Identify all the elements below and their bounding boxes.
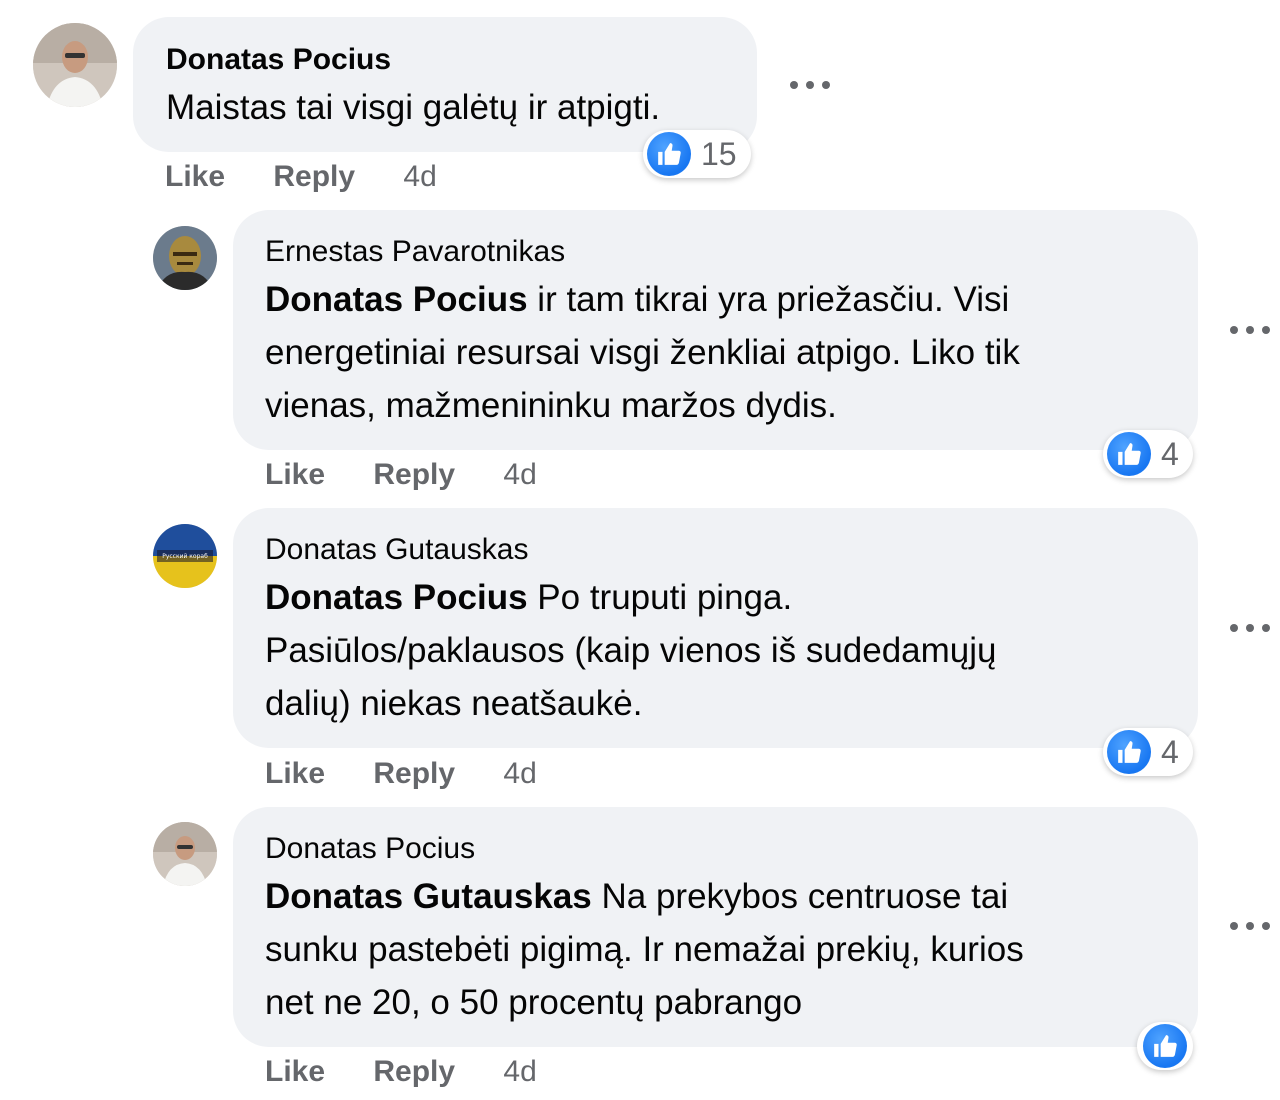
more-options-icon[interactable]: [1230, 916, 1270, 936]
comment-actions: Like Reply 4d: [265, 757, 537, 791]
reaction-count: 15: [701, 135, 737, 172]
mention-link[interactable]: Donatas Gutauskas: [265, 877, 592, 916]
comment-author[interactable]: Donatas Gutauskas: [265, 533, 1168, 567]
avatar[interactable]: [33, 23, 117, 107]
reaction-badge[interactable]: 4: [1103, 728, 1193, 776]
reply-button[interactable]: Reply: [373, 1055, 455, 1089]
reaction-badge[interactable]: [1137, 1022, 1193, 1070]
like-button[interactable]: Like: [265, 1055, 325, 1089]
comment-text: Donatas Pocius Po truputi pinga. Pasiūlo…: [265, 578, 997, 723]
avatar-photo: [153, 822, 217, 886]
comment-bubble: Donatas Pocius Donatas Gutauskas Na prek…: [233, 807, 1198, 1047]
more-options-icon[interactable]: [1230, 618, 1270, 638]
comment-author[interactable]: Donatas Pocius: [265, 832, 1168, 866]
comment-bubble: Ernestas Pavarotnikas Donatas Pocius ir …: [233, 210, 1198, 450]
avatar-photo: Русский кораб: [153, 524, 217, 588]
like-icon: [647, 132, 691, 176]
like-button[interactable]: Like: [165, 160, 225, 194]
reaction-badge[interactable]: 15: [643, 130, 751, 178]
comment-author[interactable]: Donatas Pocius: [166, 43, 725, 77]
comment-text: Donatas Gutauskas Na prekybos centruose …: [265, 877, 1024, 1022]
avatar-photo: [153, 226, 217, 290]
reply-button[interactable]: Reply: [273, 160, 355, 194]
more-options-icon[interactable]: [1230, 320, 1270, 340]
reaction-badge[interactable]: 4: [1103, 430, 1193, 478]
comment-timestamp[interactable]: 4d: [503, 1055, 536, 1089]
comment-actions: Like Reply 4d: [265, 1055, 537, 1089]
comment-timestamp[interactable]: 4d: [503, 757, 536, 791]
avatar[interactable]: Русский кораб: [153, 524, 217, 588]
avatar[interactable]: [153, 226, 217, 290]
avatar[interactable]: [153, 822, 217, 886]
svg-text:Русский кораб: Русский кораб: [162, 553, 208, 560]
comment-actions: Like Reply 4d: [265, 458, 537, 492]
reaction-count: 4: [1161, 435, 1179, 472]
like-button[interactable]: Like: [265, 757, 325, 791]
comment-actions: Like Reply 4d: [165, 160, 437, 194]
comment-author[interactable]: Ernestas Pavarotnikas: [265, 235, 1168, 269]
reply-button[interactable]: Reply: [373, 757, 455, 791]
like-icon: [1107, 432, 1151, 476]
more-options-icon[interactable]: [790, 75, 830, 95]
comment-text: Donatas Pocius ir tam tikrai yra priežas…: [265, 280, 1020, 425]
mention-link[interactable]: Donatas Pocius: [265, 578, 528, 617]
reply-button[interactable]: Reply: [373, 458, 455, 492]
like-button[interactable]: Like: [265, 458, 325, 492]
comment-text: Maistas tai visgi galėtų ir atpigti.: [166, 88, 661, 127]
comment-bubble: Donatas Gutauskas Donatas Pocius Po trup…: [233, 508, 1198, 748]
reaction-count: 4: [1161, 733, 1179, 770]
avatar-photo: [33, 23, 117, 107]
like-icon: [1143, 1024, 1187, 1068]
like-icon: [1107, 730, 1151, 774]
comment-timestamp[interactable]: 4d: [503, 458, 536, 492]
mention-link[interactable]: Donatas Pocius: [265, 280, 528, 319]
comment-timestamp[interactable]: 4d: [403, 160, 436, 194]
